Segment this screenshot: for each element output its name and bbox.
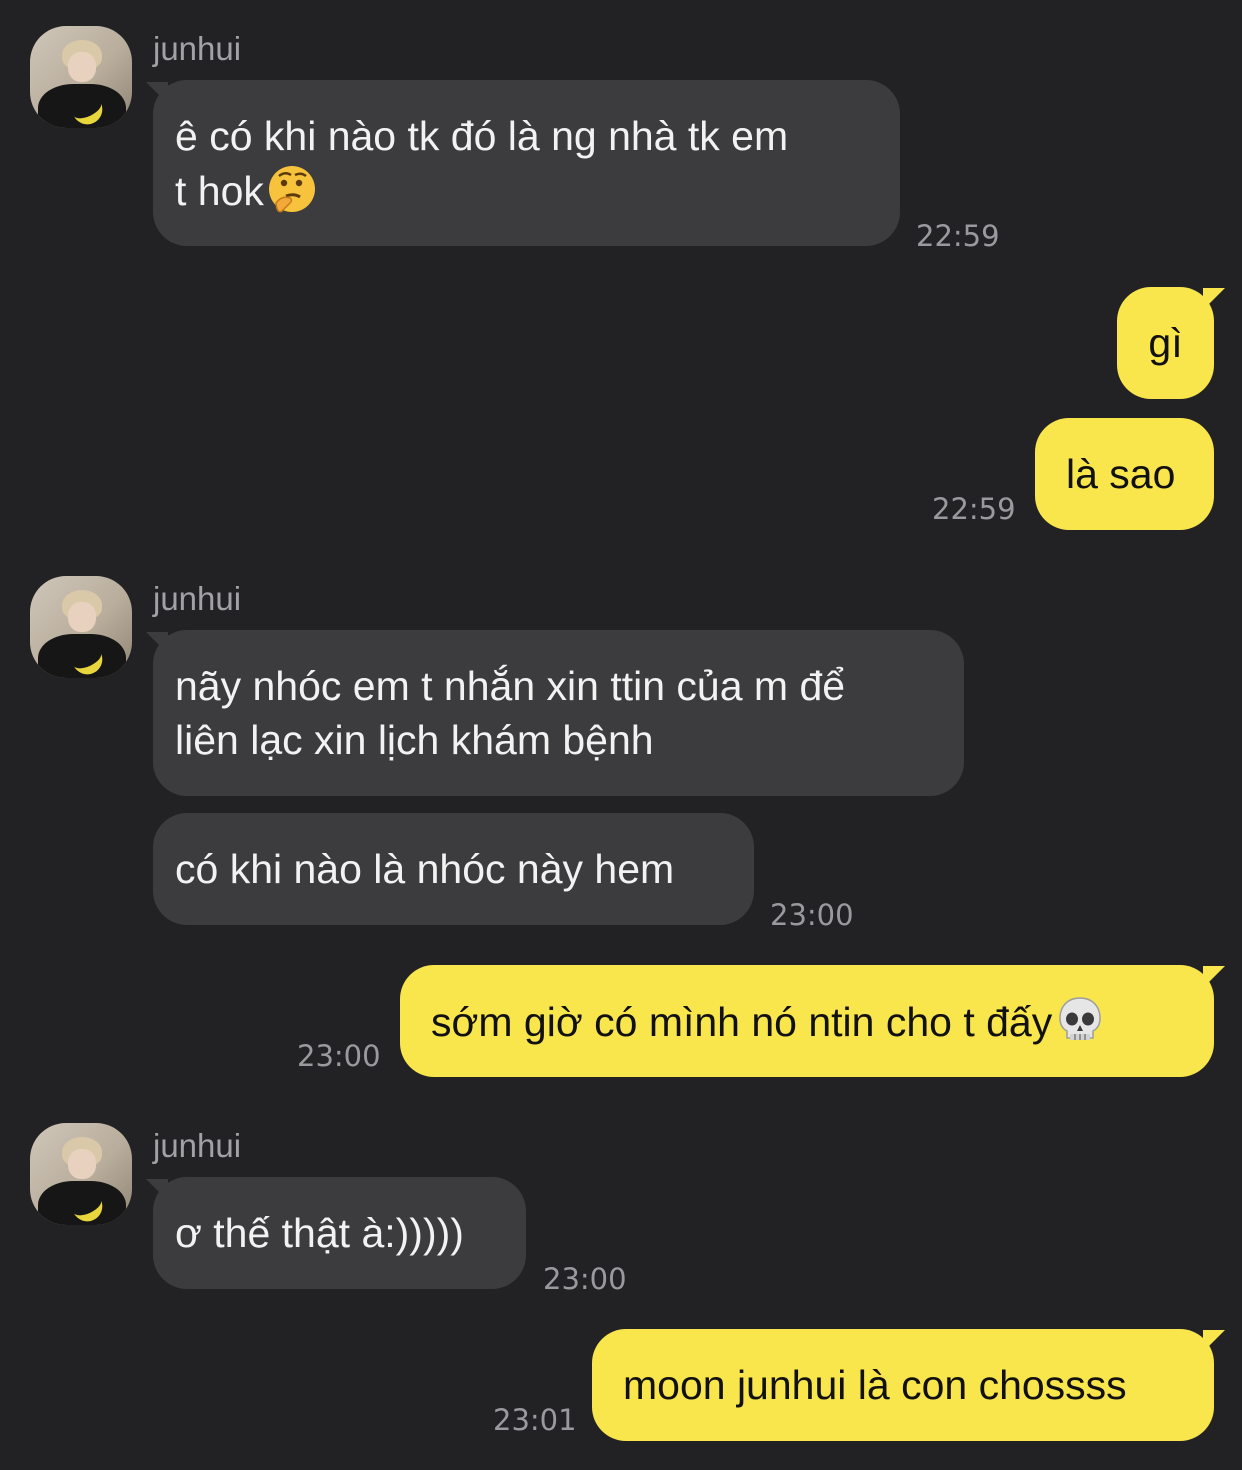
message-bubble-outgoing[interactable]: gì	[1117, 287, 1214, 399]
message-text: moon junhui là con chossss	[623, 1362, 1127, 1408]
contact-avatar[interactable]	[30, 1123, 132, 1225]
message-timestamp: 23:00	[770, 898, 854, 932]
contact-avatar[interactable]	[30, 576, 132, 678]
message-text: có khi nào là nhóc này hem	[175, 846, 675, 892]
message-bubble-incoming[interactable]: ơ thế thật à:)))))	[153, 1177, 526, 1289]
message-text-line: t hok	[175, 163, 878, 218]
message-bubble-incoming[interactable]: có khi nào là nhóc này hem	[153, 813, 754, 925]
thinking-face-emoji	[268, 166, 315, 213]
message-timestamp: 22:59	[916, 219, 1000, 253]
sender-name: junhui	[153, 1127, 242, 1164]
message-text: sớm giờ có mình nó ntin cho t đấy	[431, 999, 1053, 1045]
sender-name: junhui	[153, 580, 242, 617]
skull-emoji	[1059, 997, 1101, 1040]
chat-thread[interactable]: junhui ê có khi nào tk đó là ng nhà tk e…	[0, 0, 1242, 1470]
message-text: là sao	[1066, 451, 1176, 497]
message-bubble-outgoing[interactable]: là sao	[1035, 418, 1214, 530]
message-text-line: ê có khi nào tk đó là ng nhà tk em	[175, 113, 789, 159]
message-bubble-outgoing[interactable]: sớm giờ có mình nó ntin cho t đấy	[400, 965, 1214, 1077]
message-timestamp: 23:00	[297, 1039, 381, 1073]
contact-avatar[interactable]	[30, 26, 132, 128]
message-bubble-incoming[interactable]: nãy nhóc em t nhắn xin ttin của m để liê…	[153, 630, 964, 796]
message-timestamp: 23:00	[543, 1262, 627, 1296]
sender-name: junhui	[153, 30, 242, 67]
message-bubble-incoming[interactable]: ê có khi nào tk đó là ng nhà tk em t hok	[153, 80, 900, 246]
message-bubble-outgoing[interactable]: moon junhui là con chossss	[592, 1329, 1214, 1441]
message-text: gì	[1148, 320, 1183, 366]
message-timestamp: 23:01	[493, 1403, 577, 1437]
message-timestamp: 22:59	[932, 492, 1016, 526]
message-text-line: liên lạc xin lịch khám bệnh	[175, 717, 654, 763]
message-text-line: nãy nhóc em t nhắn xin ttin của m để	[175, 663, 846, 709]
message-text: ơ thế thật à:)))))	[175, 1210, 464, 1256]
